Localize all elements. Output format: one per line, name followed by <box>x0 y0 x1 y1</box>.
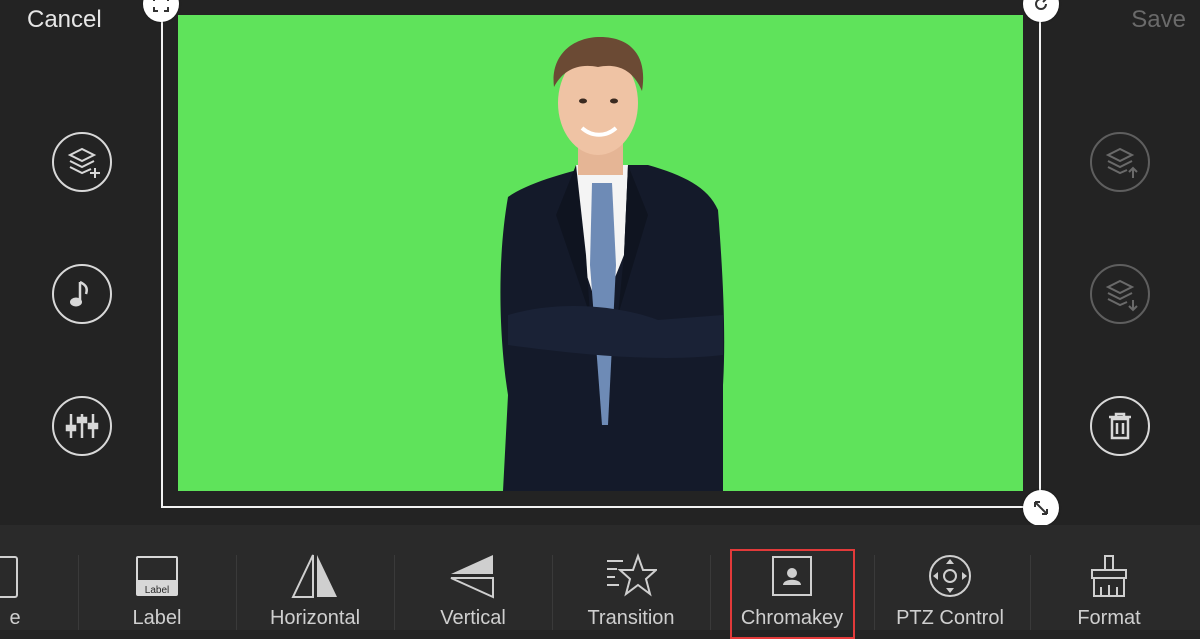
person-image <box>500 37 725 491</box>
tool-ptz-control-label: PTZ Control <box>896 607 1004 629</box>
tool-partial-label: e <box>9 607 21 629</box>
add-layer-button[interactable] <box>52 132 112 192</box>
add-layer-icon <box>67 147 100 178</box>
layer-down-button[interactable] <box>1090 264 1150 324</box>
tool-transition[interactable]: Transition <box>552 525 710 630</box>
save-button[interactable]: Save <box>1131 6 1186 34</box>
tool-horizontal[interactable]: Horizontal <box>236 525 394 630</box>
format-brush-icon <box>1091 555 1127 597</box>
tool-vertical-label: Vertical <box>440 607 506 629</box>
flip-vertical-icon <box>450 555 494 599</box>
bottom-toolbar: e Label Label Horizontal Vertical Transi… <box>0 525 1200 630</box>
cancel-button[interactable]: Cancel <box>27 6 102 34</box>
flip-horizontal-icon <box>291 554 337 598</box>
label-icon-text: Label <box>145 585 169 596</box>
tool-label-label: Label <box>132 607 182 629</box>
equalizer-sliders-icon <box>65 414 99 438</box>
layer-up-icon <box>1105 147 1138 178</box>
tool-format[interactable]: Format <box>1030 525 1188 630</box>
tool-transition-label: Transition <box>587 607 675 629</box>
tool-format-label: Format <box>1077 607 1141 629</box>
tool-label[interactable]: Label Label <box>78 525 236 630</box>
layer-down-icon <box>1105 279 1138 312</box>
delete-button[interactable] <box>1090 396 1150 456</box>
partial-tool-icon <box>0 556 18 598</box>
resize-diagonal-icon <box>1034 501 1048 515</box>
music-note-icon <box>70 280 88 307</box>
tool-ptz-control[interactable]: PTZ Control <box>870 525 1030 630</box>
rotate-icon <box>1035 0 1047 10</box>
music-button[interactable] <box>52 264 112 324</box>
tool-horizontal-label: Horizontal <box>269 607 361 629</box>
layer-up-button[interactable] <box>1090 132 1150 192</box>
mixer-button[interactable] <box>52 396 112 456</box>
ptz-control-icon <box>929 555 971 597</box>
transition-star-icon <box>607 553 657 597</box>
green-screen-preview[interactable] <box>178 15 1023 491</box>
label-icon: Label <box>136 556 178 596</box>
trash-icon <box>1109 412 1131 440</box>
resize-handle[interactable] <box>1023 490 1059 526</box>
crop-icon <box>153 0 169 12</box>
tool-vertical[interactable]: Vertical <box>394 525 552 630</box>
tool-partial[interactable]: e <box>0 525 40 630</box>
selected-tool-highlight <box>730 549 855 639</box>
